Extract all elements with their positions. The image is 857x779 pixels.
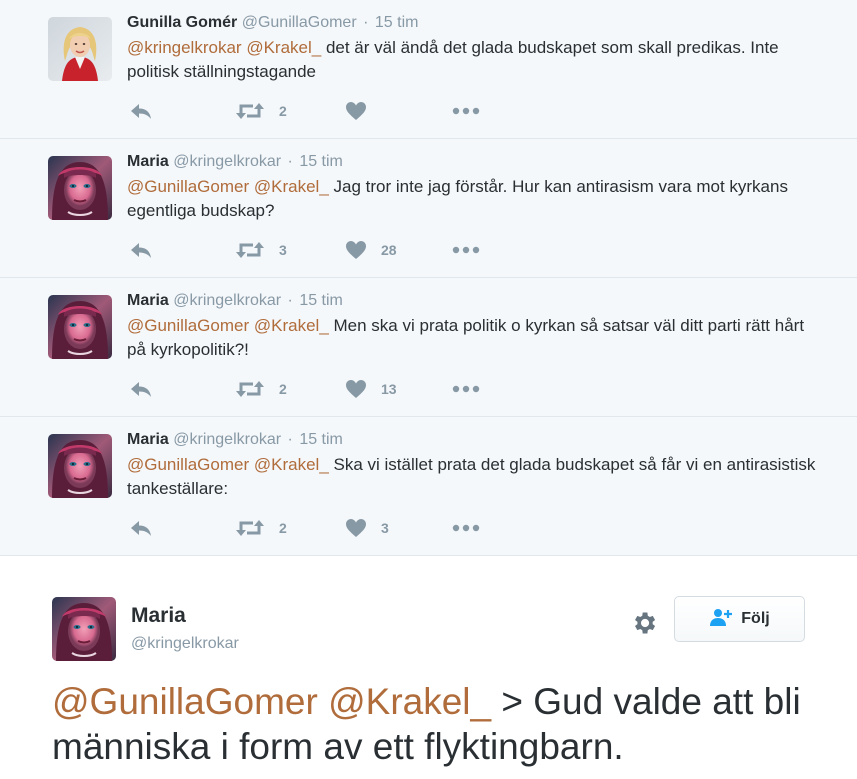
retweet-button[interactable]: 3 xyxy=(235,237,287,263)
timestamp[interactable]: 15 tim xyxy=(299,431,343,448)
mention-link[interactable]: @Krakel_ xyxy=(328,681,491,722)
tweet-text: @GunillaGomer @Krakel_ Ska vi istället p… xyxy=(127,453,827,501)
conversation-thread: Gunilla Gomér @GunillaGomer · 15 tim @kr… xyxy=(0,0,857,556)
reply-icon xyxy=(129,101,153,121)
reply-button[interactable] xyxy=(129,515,153,541)
retweet-count: 3 xyxy=(279,242,287,258)
tweet[interactable]: Maria @kringelkrokar · 15 tim @GunillaGo… xyxy=(0,278,857,417)
tweet-actions: 2 13 xyxy=(127,376,527,402)
more-dots-icon xyxy=(452,107,480,115)
retweet-count: 2 xyxy=(279,381,287,397)
mention-link[interactable]: @Krakel_ xyxy=(254,455,329,474)
reply-icon xyxy=(129,240,153,260)
mention-link[interactable]: @Krakel_ xyxy=(254,316,329,335)
retweet-icon xyxy=(235,379,265,399)
like-button[interactable]: 28 xyxy=(345,237,397,263)
heart-icon xyxy=(345,101,367,121)
retweet-icon xyxy=(235,240,265,260)
timestamp[interactable]: 15 tim xyxy=(375,14,419,31)
tweet[interactable]: Maria @kringelkrokar · 15 tim @GunillaGo… xyxy=(0,139,857,278)
main-tweet: Maria @kringelkrokar Följ @GunillaGomer … xyxy=(0,556,857,778)
avatar[interactable] xyxy=(48,434,112,498)
mention-link[interactable]: @GunillaGomer xyxy=(52,681,318,722)
fullname[interactable]: Maria xyxy=(127,153,169,170)
handle[interactable]: @kringelkrokar xyxy=(173,292,281,309)
handle[interactable]: @kringelkrokar xyxy=(173,153,281,170)
handle[interactable]: @GunillaGomer xyxy=(242,14,357,31)
tweet-actions: 2 xyxy=(127,98,527,124)
follow-user-icon xyxy=(709,607,741,632)
tweet[interactable]: Gunilla Gomér @GunillaGomer · 15 tim @kr… xyxy=(0,0,857,139)
mention-link[interactable]: @kringelkrokar xyxy=(127,38,242,57)
retweet-count: 2 xyxy=(279,103,287,119)
reply-icon xyxy=(129,379,153,399)
handle[interactable]: @kringelkrokar xyxy=(173,431,281,448)
like-button[interactable] xyxy=(345,98,381,124)
main-handle[interactable]: @kringelkrokar xyxy=(131,635,239,653)
heart-icon xyxy=(345,379,367,399)
retweet-button[interactable]: 2 xyxy=(235,376,287,402)
retweet-count: 2 xyxy=(279,520,287,536)
like-count: 3 xyxy=(381,520,389,536)
tweet-header: Maria @kringelkrokar · 15 tim xyxy=(127,429,343,451)
reply-icon xyxy=(129,518,153,538)
tweet-actions: 2 3 xyxy=(127,515,527,541)
retweet-button[interactable]: 2 xyxy=(235,98,287,124)
tweet[interactable]: Maria @kringelkrokar · 15 tim @GunillaGo… xyxy=(0,417,857,556)
tweet-text: @GunillaGomer @Krakel_ Jag tror inte jag… xyxy=(127,175,827,223)
mention-link[interactable]: @Krakel_ xyxy=(246,38,321,57)
like-count: 13 xyxy=(381,381,397,397)
avatar[interactable] xyxy=(48,295,112,359)
more-dots-icon xyxy=(452,246,480,254)
fullname[interactable]: Gunilla Gomér xyxy=(127,14,237,31)
reply-button[interactable] xyxy=(129,376,153,402)
more-dots-icon xyxy=(452,524,480,532)
tweet-header: Maria @kringelkrokar · 15 tim xyxy=(127,290,343,312)
tweet-text: @kringelkrokar @Krakel_ det är väl ändå … xyxy=(127,36,827,84)
gear-icon[interactable] xyxy=(630,609,658,642)
more-button[interactable] xyxy=(452,237,480,263)
separator: · xyxy=(363,14,369,31)
mention-link[interactable]: @Krakel_ xyxy=(254,177,329,196)
follow-button[interactable]: Följ xyxy=(674,596,805,642)
mention-link[interactable]: @GunillaGomer xyxy=(127,455,249,474)
more-button[interactable] xyxy=(452,515,480,541)
separator: · xyxy=(287,431,293,448)
separator: · xyxy=(287,153,293,170)
like-button[interactable]: 3 xyxy=(345,515,389,541)
tweet-header: Gunilla Gomér @GunillaGomer · 15 tim xyxy=(127,12,418,34)
reply-button[interactable] xyxy=(129,98,153,124)
reply-button[interactable] xyxy=(129,237,153,263)
timestamp[interactable]: 15 tim xyxy=(299,292,343,309)
like-count: 28 xyxy=(381,242,397,258)
separator: · xyxy=(287,292,293,309)
avatar[interactable] xyxy=(48,156,112,220)
more-button[interactable] xyxy=(452,376,480,402)
tweet-header: Maria @kringelkrokar · 15 tim xyxy=(127,151,343,173)
fullname[interactable]: Maria xyxy=(127,292,169,309)
retweet-button[interactable]: 2 xyxy=(235,515,287,541)
avatar[interactable] xyxy=(52,597,116,661)
more-dots-icon xyxy=(452,385,480,393)
retweet-icon xyxy=(235,101,265,121)
follow-label: Följ xyxy=(741,610,770,627)
avatar[interactable] xyxy=(48,17,112,81)
like-button[interactable]: 13 xyxy=(345,376,397,402)
fullname[interactable]: Maria xyxy=(127,431,169,448)
mention-link[interactable]: @GunillaGomer xyxy=(127,316,249,335)
mention-link[interactable]: @GunillaGomer xyxy=(127,177,249,196)
main-fullname[interactable]: Maria xyxy=(131,604,186,628)
retweet-icon xyxy=(235,518,265,538)
tweet-actions: 3 28 xyxy=(127,237,527,263)
heart-icon xyxy=(345,240,367,260)
more-button[interactable] xyxy=(452,98,480,124)
heart-icon xyxy=(345,518,367,538)
tweet-text: @GunillaGomer @Krakel_ Men ska vi prata … xyxy=(127,314,827,362)
timestamp[interactable]: 15 tim xyxy=(299,153,343,170)
main-tweet-text: @GunillaGomer @Krakel_ > Gud valde att b… xyxy=(52,679,842,769)
